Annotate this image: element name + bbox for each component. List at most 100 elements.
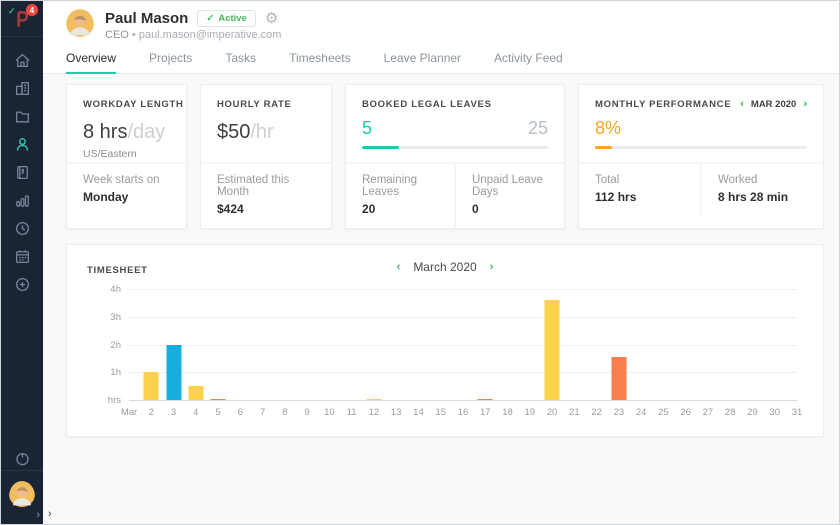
- x-tick-label: 19: [524, 407, 536, 418]
- x-tick-label: 22: [591, 407, 602, 418]
- tab-bar: Overview Projects Tasks Timesheets Leave…: [43, 47, 839, 74]
- timesheet-title: TIMESHEET: [87, 265, 148, 276]
- timesheet-panel: TIMESHEET ‹ March 2020 › hrs 1h 2h 3h 4h Mar 2…: [66, 244, 824, 437]
- status-label: Active: [218, 13, 247, 24]
- status-check-icon: ✓: [206, 13, 215, 24]
- sidebar: ✓ 4 ›: [1, 1, 43, 524]
- hourly-rate-card: HOURLY RATE $50/hr Estimated this Month …: [200, 84, 332, 229]
- unpaid-days-value: 0: [472, 202, 479, 216]
- timesheet-bar-day-3[interactable]: [166, 344, 182, 400]
- app-logo[interactable]: ✓ 4: [1, 1, 43, 37]
- sidebar-expand-icon[interactable]: ›: [48, 509, 52, 520]
- profile-email: paul.mason@imperative.com: [138, 29, 282, 41]
- prev-month-icon[interactable]: ‹: [397, 261, 401, 273]
- timesheet-bar-day-12[interactable]: [366, 398, 382, 400]
- notification-badge: 4: [26, 4, 38, 16]
- gridline: [129, 316, 797, 318]
- performance-month-nav: ‹ MAR 2020 ›: [740, 99, 807, 111]
- x-tick-label: 21: [569, 407, 580, 418]
- profile-identity: Paul Mason ✓ Active ⚙ CEO • paul.mason@i…: [105, 10, 281, 41]
- monthly-performance-card: MONTHLY PERFORMANCE ‹ MAR 2020 › 8% Tota…: [578, 84, 824, 229]
- next-month-icon[interactable]: ›: [803, 99, 807, 110]
- tab-activity-feed[interactable]: Activity Feed: [494, 47, 563, 73]
- folder-icon[interactable]: [13, 107, 31, 125]
- x-tick-label: 31: [791, 407, 803, 418]
- sidebar-collapse-icon[interactable]: ›: [36, 510, 40, 521]
- y-tick-label: 3h: [110, 311, 121, 323]
- company-icon[interactable]: [13, 79, 31, 97]
- timesheet-bar-day-17[interactable]: [477, 398, 493, 400]
- reports-icon[interactable]: [13, 191, 31, 209]
- time-icon[interactable]: [13, 219, 31, 237]
- gridline: [129, 400, 797, 401]
- workday-value: 8 hrs: [83, 121, 128, 143]
- profile-avatar[interactable]: [66, 9, 94, 42]
- timesheet-bar-day-4[interactable]: [188, 386, 204, 400]
- calendar-icon[interactable]: [13, 247, 31, 265]
- timesheet-month-nav: ‹ March 2020 ›: [397, 260, 494, 274]
- x-tick-label: 13: [390, 407, 402, 418]
- main-area: Paul Mason ✓ Active ⚙ CEO • paul.mason@i…: [43, 1, 839, 524]
- tab-tasks[interactable]: Tasks: [225, 47, 256, 73]
- gridline: [129, 289, 797, 290]
- x-tick-label: 15: [435, 407, 447, 418]
- settings-gear-icon[interactable]: ⚙: [265, 11, 278, 26]
- x-tick-label: 24: [635, 407, 647, 418]
- leaves-used: 5: [362, 118, 373, 138]
- app-window: ✓ 4 › › Paul Mason ✓ Active ⚙ CEO • paul…: [0, 0, 840, 525]
- add-circle-icon[interactable]: [13, 275, 31, 293]
- tab-leave-planner[interactable]: Leave Planner: [384, 47, 461, 73]
- leaves-title: BOOKED LEGAL LEAVES: [362, 99, 492, 110]
- profile-role: CEO: [105, 29, 129, 41]
- prev-month-icon[interactable]: ‹: [740, 99, 744, 110]
- home-icon[interactable]: [13, 51, 31, 69]
- workday-timezone: US/Eastern: [83, 148, 137, 160]
- timesheet-month-label: March 2020: [413, 260, 477, 274]
- hourly-title: HOURLY RATE: [217, 99, 292, 110]
- invoices-icon[interactable]: [13, 163, 31, 181]
- timesheet-bar-day-23[interactable]: [611, 357, 627, 400]
- y-tick-label: hrs: [107, 395, 121, 406]
- timesheet-bar-day-20[interactable]: [544, 300, 560, 400]
- people-icon[interactable]: [13, 135, 31, 153]
- performance-progress-track: [595, 146, 807, 149]
- tab-timesheets[interactable]: Timesheets: [289, 47, 351, 73]
- x-tick-label: 16: [457, 407, 469, 418]
- x-tick-label: 3: [170, 407, 177, 418]
- x-tick-label: 25: [658, 407, 669, 418]
- x-tick-label: 5: [215, 407, 221, 418]
- y-tick-label: 4h: [110, 284, 121, 295]
- x-tick-label: 20: [546, 407, 558, 418]
- x-tick-label: 2: [148, 407, 154, 418]
- next-month-icon[interactable]: ›: [490, 261, 494, 273]
- x-tick-label: 8: [282, 407, 288, 418]
- total-hours-label: Total: [595, 174, 620, 186]
- x-tick-label: 14: [413, 407, 424, 418]
- worked-label: Worked: [718, 174, 758, 186]
- workday-title: WORKDAY LENGTH: [83, 99, 184, 110]
- week-starts-value: Monday: [83, 190, 129, 204]
- worked-value: 8 hrs 28 min: [718, 190, 789, 204]
- user-avatar[interactable]: [9, 481, 35, 512]
- power-icon[interactable]: [13, 448, 31, 470]
- workday-length-card: WORKDAY LENGTH 8 hrs/day US/Eastern Week…: [66, 84, 187, 229]
- profile-subline: CEO • paul.mason@imperative.com: [105, 29, 281, 41]
- logo-check-icon: ✓: [8, 6, 16, 16]
- x-tick-label: Mar: [120, 407, 138, 418]
- y-tick-label: 2h: [110, 339, 121, 351]
- tab-overview[interactable]: Overview: [66, 47, 117, 74]
- leaves-total: 25: [527, 118, 548, 138]
- summary-cards: WORKDAY LENGTH 8 hrs/day US/Eastern Week…: [66, 84, 824, 229]
- x-tick-label: 7: [259, 407, 266, 418]
- remaining-leaves-value: 20: [362, 202, 376, 216]
- remaining-leaves-label: Remaining Leaves: [362, 174, 417, 198]
- unpaid-days-label: Unpaid Leave Days: [472, 174, 543, 198]
- workday-unit: /day: [127, 121, 166, 143]
- tab-projects[interactable]: Projects: [149, 47, 192, 73]
- profile-header: Paul Mason ✓ Active ⚙ CEO • paul.mason@i…: [43, 1, 839, 47]
- timesheet-bar-day-5[interactable]: [210, 398, 226, 400]
- status-badge[interactable]: ✓ Active: [197, 10, 256, 27]
- timesheet-bar-day-2[interactable]: [143, 372, 159, 400]
- x-tick-label: 12: [368, 407, 380, 418]
- x-tick-label: 11: [346, 407, 357, 418]
